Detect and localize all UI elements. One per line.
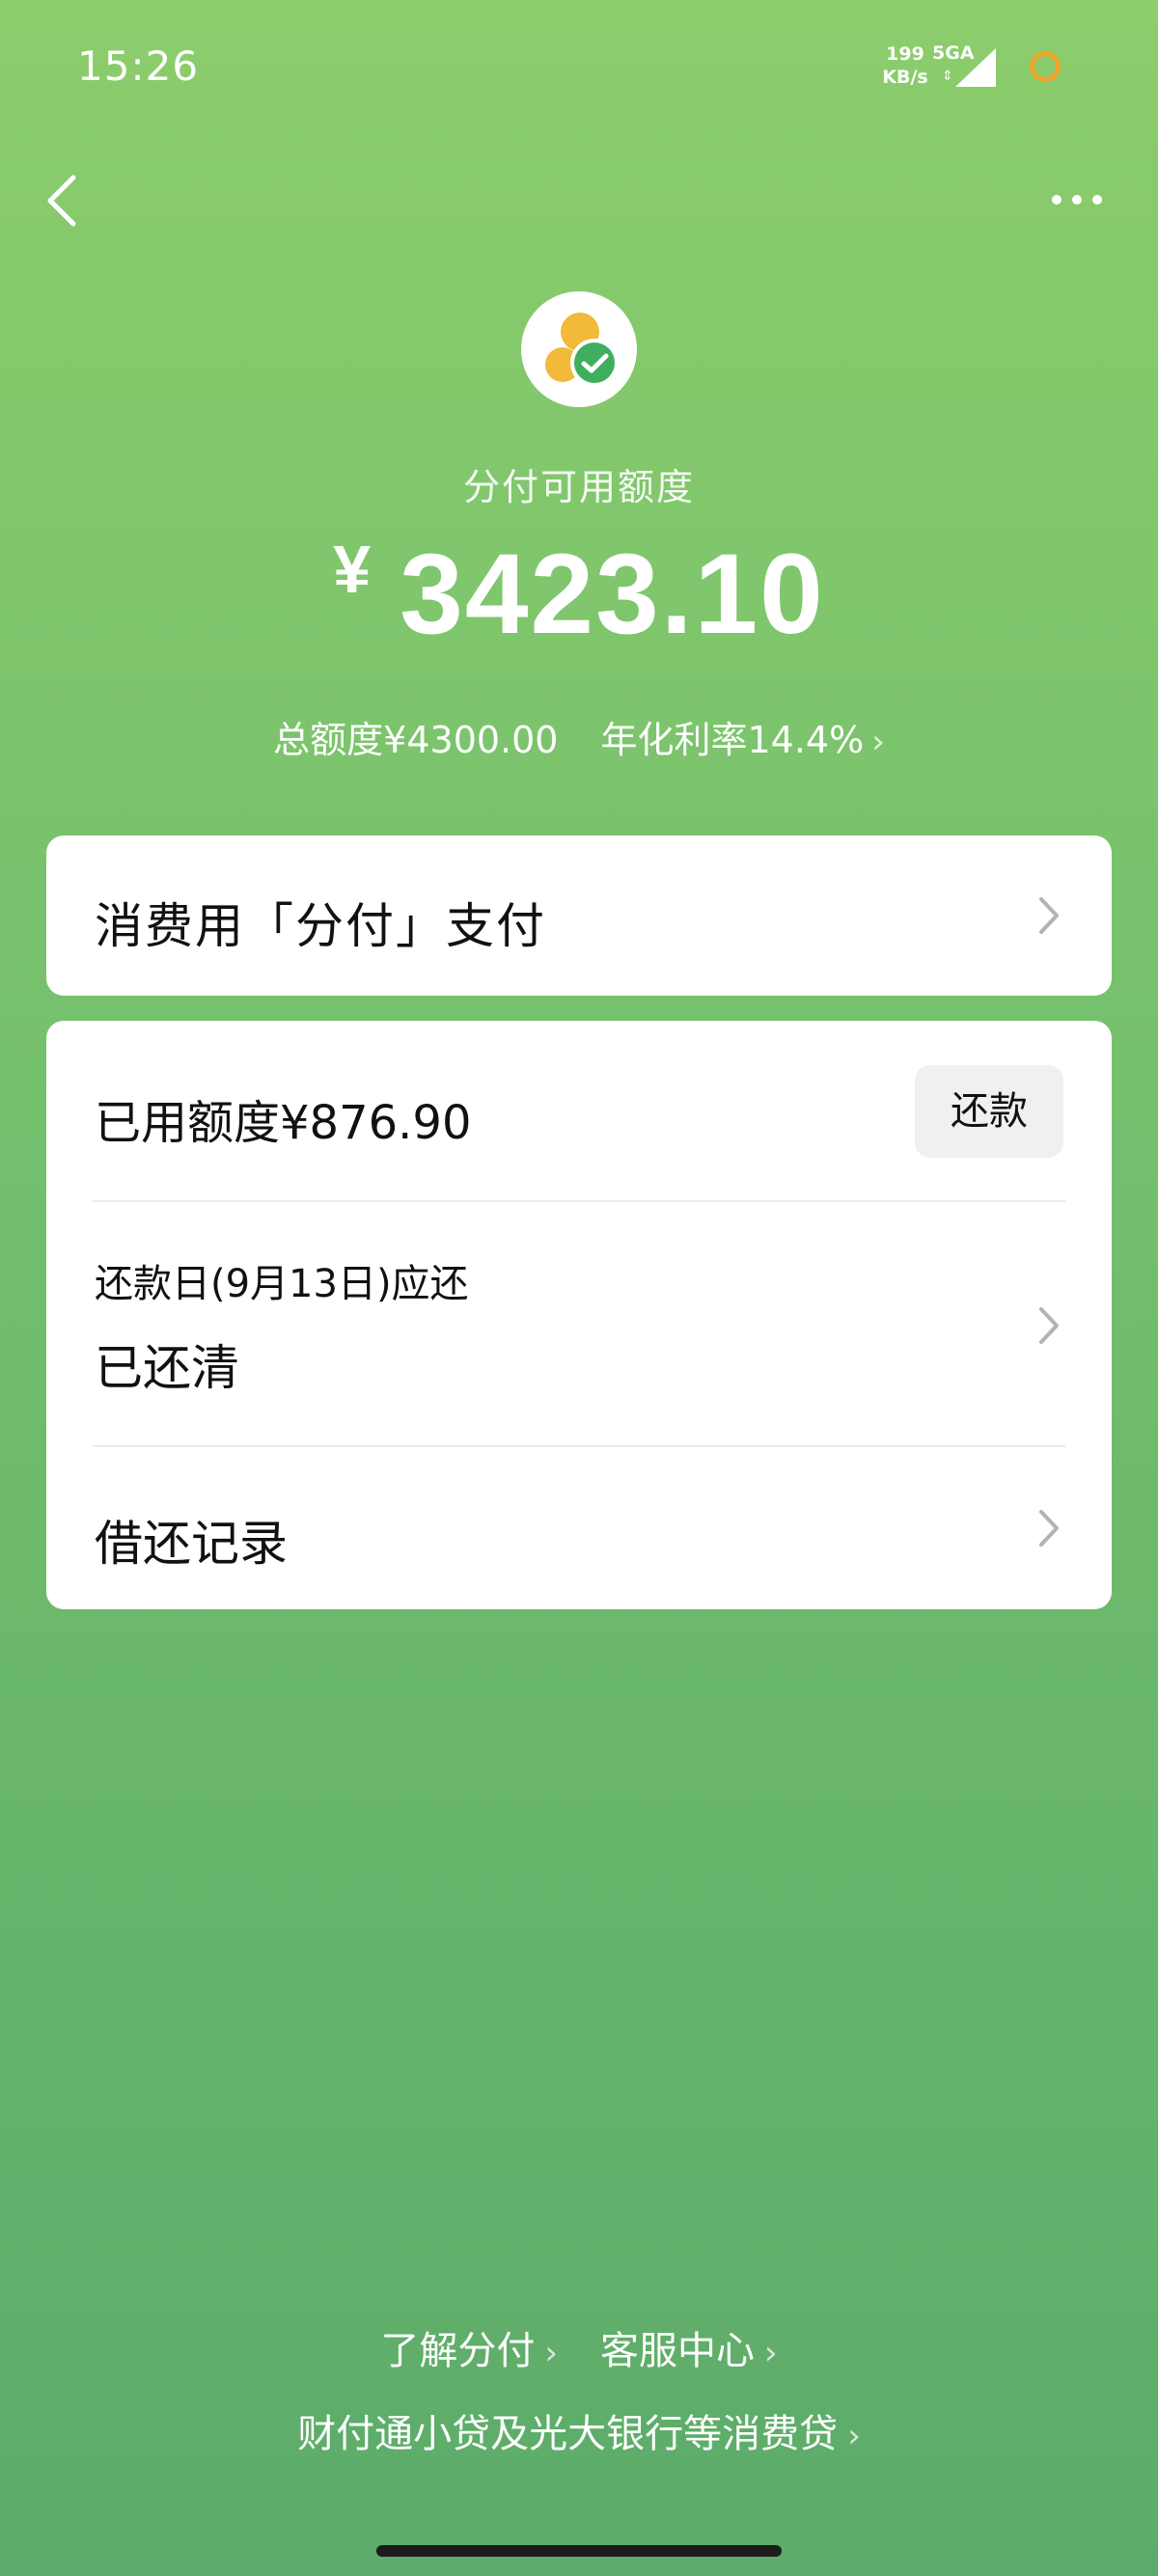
more-button[interactable] [1046, 189, 1108, 212]
more-icon [1072, 195, 1082, 205]
pay-with-fenfu-label: 消费用「分付」支付 [95, 898, 546, 954]
customer-service-label: 客服中心 [600, 2329, 755, 2373]
chevron-right-icon: › [847, 2417, 861, 2455]
chevron-right-icon [1039, 897, 1059, 934]
due-date-label: 还款日(9月13日)应还 [95, 1262, 469, 1306]
available-credit-title: 分付可用额度 [462, 466, 695, 508]
consumer-loan-label: 财付通小贷及光大银行等消费贷 [297, 2412, 839, 2456]
fenfu-logo-icon [545, 313, 619, 387]
used-credit-label: 已用额度¥876.90 [95, 1096, 472, 1150]
interest-rate[interactable]: 年化利率14.4% [601, 719, 865, 761]
divider [93, 1200, 1065, 1202]
total-limit: 总额度¥4300.00 [273, 719, 559, 761]
chevron-right-icon: › [544, 2334, 558, 2372]
status-bar: 15:26 199 KB/s 5GA ⇕ [0, 0, 1158, 135]
network-activity-icon: ⇕ [942, 69, 953, 84]
repayment-card: 已用额度¥876.90 还款 还款日(9月13日)应还 已还清 借还记录 [46, 1021, 1112, 1609]
back-button[interactable] [41, 170, 89, 232]
customer-service-link[interactable]: 客服中心 › [600, 2329, 778, 2373]
chevron-left-icon [47, 175, 76, 227]
more-icon [1052, 195, 1062, 205]
fenfu-logo [521, 291, 637, 407]
signal-icon [955, 48, 996, 87]
chevron-right-icon: › [871, 723, 885, 761]
footer-links: 了解分付 › 客服中心 › [0, 2319, 1158, 2375]
pay-with-fenfu-card[interactable]: 消费用「分付」支付 [46, 836, 1112, 996]
chevron-right-icon [1039, 1307, 1059, 1344]
network-speed-unit: KB/s [882, 67, 928, 88]
battery-icon [1030, 51, 1061, 82]
repay-button[interactable]: 还款 [915, 1065, 1063, 1158]
about-fenfu-label: 了解分付 [380, 2329, 536, 2373]
consumer-loan-link[interactable]: 财付通小贷及光大银行等消费贷 › [0, 2402, 1158, 2458]
amount-value: 3423.10 [400, 531, 825, 658]
network-speed: 199 KB/s [880, 42, 930, 89]
home-indicator[interactable] [376, 2545, 782, 2557]
currency-symbol: ¥ [333, 532, 372, 607]
more-icon [1092, 195, 1102, 205]
network-speed-value: 199 [886, 43, 924, 65]
limit-info-row[interactable]: 总额度¥4300.00 年化利率14.4% › [0, 710, 1158, 763]
divider [93, 1445, 1065, 1447]
borrow-repay-records-label: 借还记录 [95, 1516, 288, 1572]
chevron-right-icon [1039, 1510, 1059, 1547]
chevron-right-icon: › [764, 2334, 778, 2372]
available-credit-amount: ¥3423.10 [0, 529, 1158, 660]
repayment-status: 已还清 [95, 1340, 239, 1396]
status-time: 15:26 [77, 42, 200, 90]
about-fenfu-link[interactable]: 了解分付 › [380, 2329, 558, 2373]
